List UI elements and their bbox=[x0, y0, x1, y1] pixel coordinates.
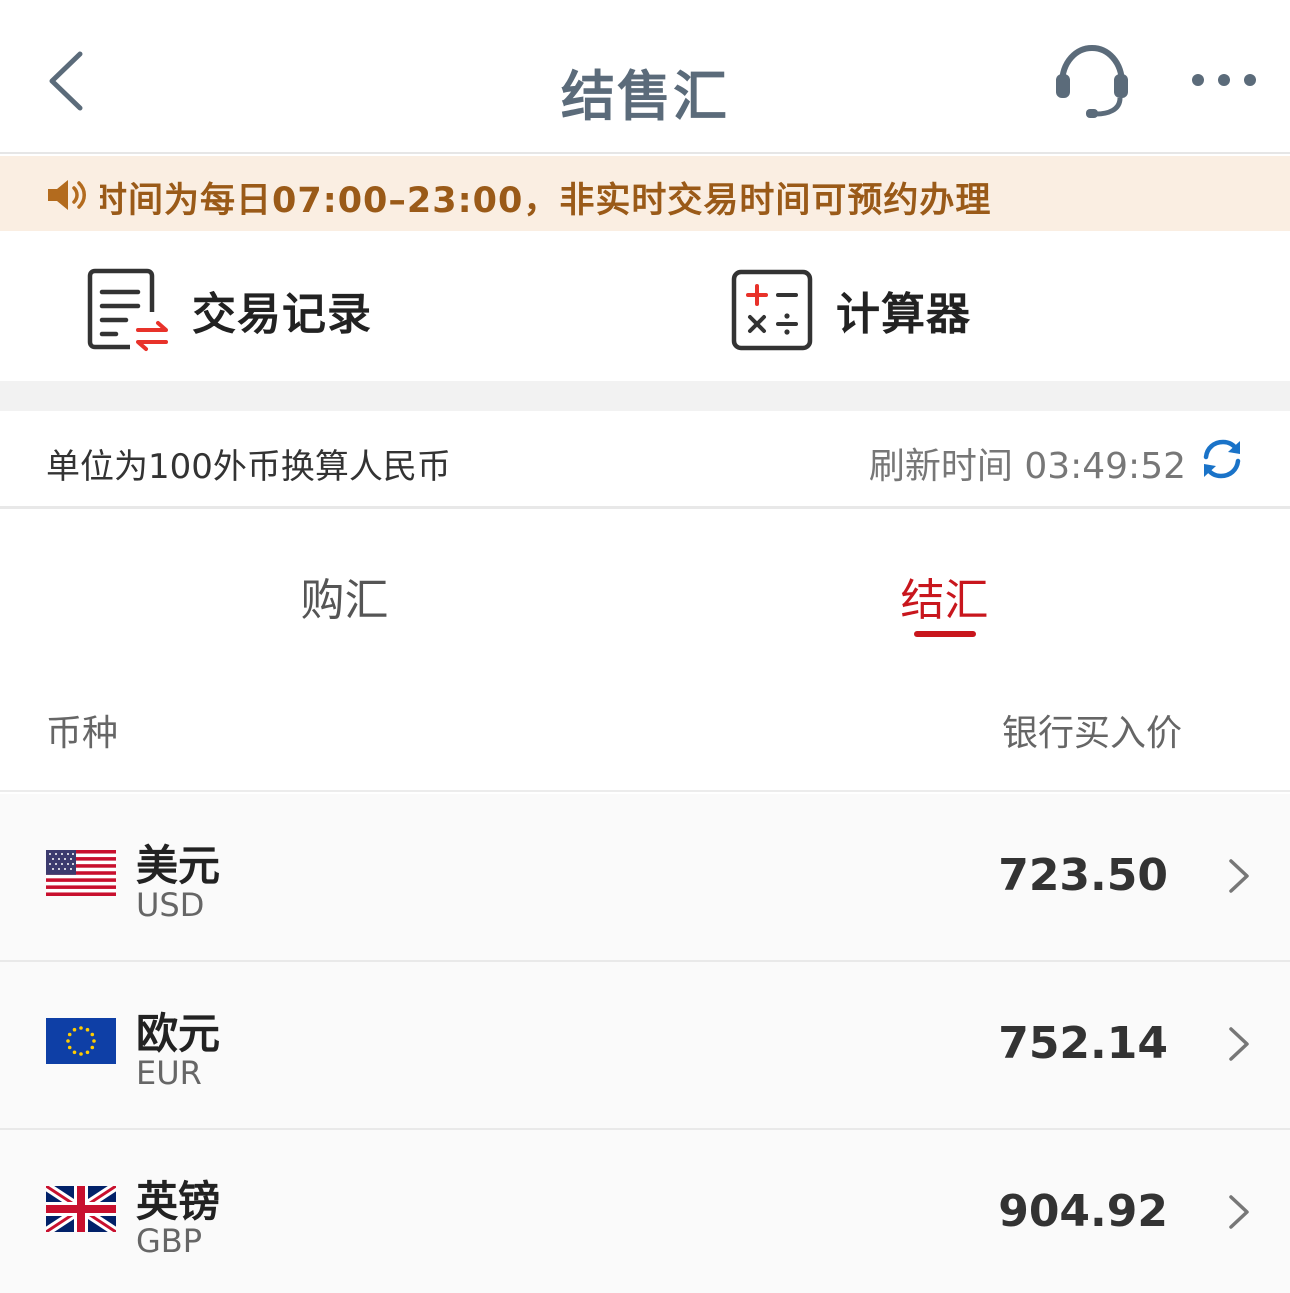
currency-price: 904.92 bbox=[998, 1186, 1168, 1237]
us-flag-icon bbox=[46, 850, 116, 896]
transaction-records-icon bbox=[87, 268, 168, 351]
exchange-tabs: 购汇 结汇 bbox=[0, 512, 1290, 662]
notice-text: 时间为每日07:00–23:00，非实时交易时间可预约办理 bbox=[92, 181, 992, 221]
chevron-right-icon bbox=[1229, 1027, 1249, 1061]
currency-price: 752.14 bbox=[998, 1018, 1168, 1069]
currency-name: 英镑 bbox=[136, 1177, 221, 1226]
quick-actions: 交易记录 计算器 bbox=[0, 231, 1290, 381]
table-header: 币种 银行买入价 bbox=[0, 662, 1290, 792]
refresh-time: 刷新时间 03:49:52 bbox=[869, 437, 1186, 489]
refresh-icon[interactable] bbox=[1198, 435, 1246, 483]
more-options-icon[interactable] bbox=[1186, 58, 1262, 102]
eu-flag-icon bbox=[46, 1018, 116, 1064]
currency-row-gbp[interactable]: 英镑 GBP 904.92 bbox=[0, 1130, 1290, 1293]
info-bar: 单位为100外币换算人民币 刷新时间 03:49:52 bbox=[0, 411, 1290, 509]
tab-buy-forex[interactable]: 购汇 bbox=[22, 564, 667, 628]
refresh-label: 刷新时间 bbox=[868, 446, 1013, 487]
chevron-right-icon bbox=[1229, 1195, 1249, 1229]
transaction-records-button[interactable]: 交易记录 bbox=[86, 267, 372, 353]
currency-code: EUR bbox=[136, 1054, 202, 1092]
currency-row-usd[interactable]: 美元 USD 723.50 bbox=[0, 794, 1290, 962]
section-divider bbox=[0, 381, 1290, 411]
currency-name: 美元 bbox=[136, 841, 221, 890]
currency-row-eur[interactable]: 欧元 EUR 752.14 bbox=[0, 962, 1290, 1130]
chevron-right-icon bbox=[1229, 859, 1249, 893]
currency-code: USD bbox=[136, 886, 205, 924]
tab-sell-forex[interactable]: 结汇 bbox=[622, 564, 1267, 628]
unit-note: 单位为100外币换算人民币 bbox=[46, 447, 451, 487]
refresh-time-value: 03:49:52 bbox=[1024, 446, 1186, 487]
calculator-button[interactable]: 计算器 bbox=[730, 267, 971, 353]
speaker-icon bbox=[48, 180, 86, 210]
currency-name: 欧元 bbox=[136, 1009, 221, 1058]
active-tab-indicator bbox=[914, 631, 976, 637]
uk-flag-icon bbox=[46, 1186, 116, 1232]
headset-icon[interactable] bbox=[1050, 40, 1134, 120]
transaction-records-label: 交易记录 bbox=[192, 289, 372, 340]
calculator-label: 计算器 bbox=[836, 289, 971, 340]
currency-code: GBP bbox=[136, 1222, 203, 1260]
notice-banner: 时间为每日07:00–23:00，非实时交易时间可预约办理 bbox=[0, 156, 1290, 231]
column-currency: 币种 bbox=[46, 713, 119, 754]
column-bank-buy-price: 银行买入价 bbox=[1001, 713, 1182, 754]
calculator-icon bbox=[731, 269, 813, 351]
currency-price: 723.50 bbox=[998, 850, 1168, 901]
nav-bar: 结售汇 bbox=[0, 0, 1290, 154]
